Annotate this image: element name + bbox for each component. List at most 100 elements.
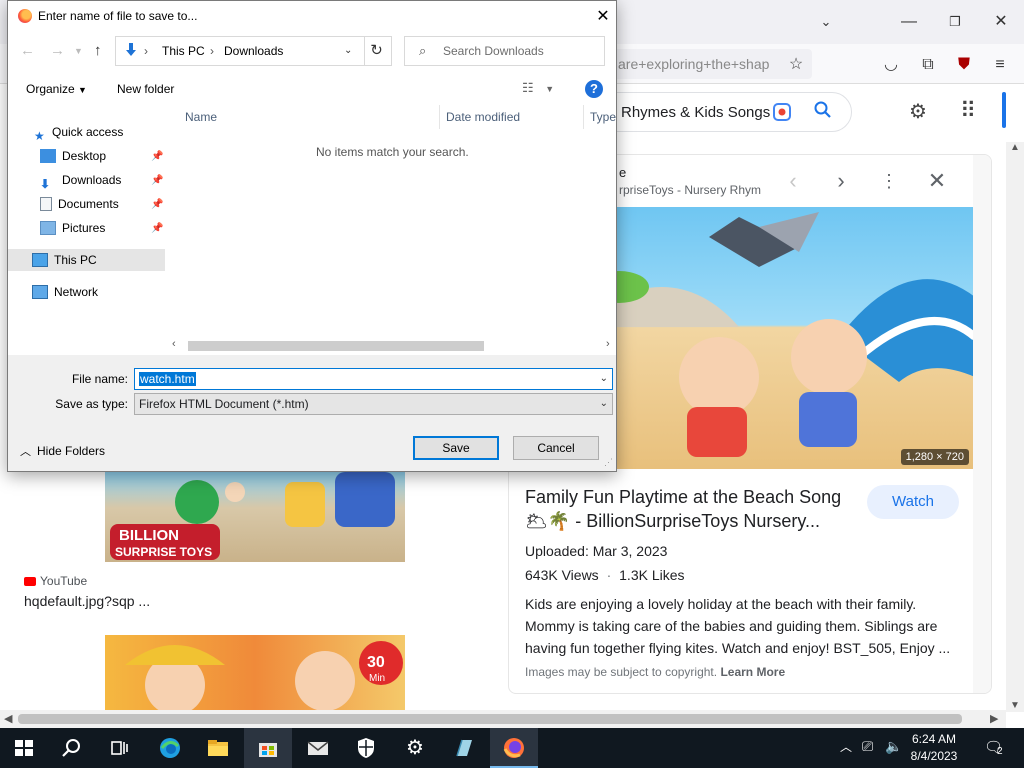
scroll-right-chevron-icon[interactable]: ›	[606, 338, 610, 350]
url-text: are+exploring+the+shap	[618, 56, 770, 72]
column-type[interactable]: Type	[584, 105, 624, 129]
address-bar[interactable]: › This PC › Downloads ⌄	[115, 36, 365, 66]
pocket-icon[interactable]: ◡	[880, 54, 902, 76]
learn-more-link[interactable]: Learn More	[720, 665, 785, 679]
forward-arrow-icon[interactable]: →	[50, 42, 65, 59]
result-thumbnail[interactable]: BILLION SURPRISE TOYS	[105, 472, 405, 562]
chevron-up-icon: ︿	[20, 446, 31, 458]
recent-locations-chevron-icon[interactable]: ▼	[74, 46, 83, 56]
scroll-down-arrow-icon[interactable]: ▼	[1010, 700, 1020, 712]
save-button[interactable]: Save	[413, 436, 499, 460]
svg-text:Min: Min	[369, 673, 385, 684]
url-bar[interactable]: are+exploring+the+shap	[600, 49, 812, 79]
result-caption[interactable]: hqdefault.jpg?sqp ...	[24, 593, 150, 609]
edge-browser-icon[interactable]	[158, 736, 182, 760]
nav-quick-access[interactable]: ★ Quick access	[34, 121, 123, 143]
pin-icon: 📌	[151, 223, 164, 234]
view-options-icon[interactable]: ☷ ▼	[522, 80, 554, 96]
column-date-modified[interactable]: Date modified	[440, 105, 584, 129]
nav-this-pc[interactable]: This PC	[8, 249, 165, 271]
scroll-left-arrow-icon[interactable]: ◀	[4, 712, 12, 725]
account-edge[interactable]	[1002, 92, 1006, 128]
breadcrumb-separator-icon: ›	[144, 44, 148, 58]
windows-start-icon[interactable]	[12, 736, 36, 760]
up-arrow-icon[interactable]: ↑	[94, 42, 102, 59]
back-arrow-icon[interactable]: ←	[20, 42, 35, 59]
microsoft-store-icon[interactable]	[256, 736, 280, 760]
page-vertical-scrollbar[interactable]: ▲ ▼	[1006, 142, 1024, 712]
nav-downloads[interactable]: ⬇ Downloads	[40, 169, 121, 191]
preview-source[interactable]: rpriseToys - Nursery Rhym	[619, 183, 761, 197]
file-list-scroll-thumb[interactable]	[188, 341, 484, 351]
bookmark-star-icon[interactable]: ☆	[785, 54, 807, 76]
watch-button[interactable]: Watch	[867, 485, 959, 519]
search-taskbar-icon[interactable]	[60, 736, 84, 760]
file-explorer-icon[interactable]	[206, 736, 230, 760]
pin-icon: 📌	[151, 151, 164, 162]
hide-folders-toggle[interactable]: ︿ Hide Folders	[20, 443, 105, 459]
task-view-icon[interactable]	[108, 736, 132, 760]
result-source[interactable]: YouTube	[24, 574, 87, 588]
firefox-logo-icon	[18, 9, 32, 23]
lens-icon[interactable]	[772, 102, 792, 128]
column-name[interactable]: Name	[168, 105, 440, 129]
volume-tray-icon[interactable]: 🔈	[885, 738, 902, 755]
prev-image-chevron-icon[interactable]: ‹	[781, 169, 805, 193]
extensions-icon[interactable]: ⧉	[917, 54, 939, 76]
dialog-bottom-area: File name: watch.htm ⌄ Save as type: Fir…	[8, 355, 616, 471]
taskbar-clock[interactable]: 6:24 AM 8/4/2023	[904, 731, 964, 765]
breadcrumb-this-pc[interactable]: This PC	[162, 37, 205, 65]
minimize-button[interactable]: —	[895, 8, 923, 36]
scroll-left-chevron-icon[interactable]: ‹	[172, 338, 176, 350]
tray-chevron-up-icon[interactable]: ︿	[840, 738, 852, 755]
network-tray-icon[interactable]: ⎚	[862, 738, 873, 755]
search-downloads-input[interactable]: ⌕ Search Downloads	[404, 36, 605, 66]
nav-network[interactable]: Network	[32, 281, 98, 303]
result-thumbnail-2[interactable]: 30 Min	[105, 635, 405, 715]
empty-message: No items match your search.	[316, 145, 469, 159]
settings-gear-icon[interactable]: ⚙	[909, 99, 927, 124]
notepad-app-icon[interactable]	[452, 736, 476, 760]
next-image-chevron-icon[interactable]: ›	[829, 169, 853, 193]
search-icon[interactable]	[813, 100, 833, 126]
maximize-button[interactable]: ❐	[941, 8, 969, 36]
settings-gear-icon[interactable]: ⚙	[403, 736, 427, 760]
breadcrumb-downloads[interactable]: Downloads	[224, 37, 283, 65]
page-horizontal-scrollbar[interactable]: ◀ ▶	[0, 710, 1006, 728]
nav-documents[interactable]: Documents	[40, 193, 119, 215]
dialog-title-bar[interactable]: Enter name of file to save to... ✕	[8, 1, 616, 32]
save-type-dropdown-icon[interactable]: ⌄	[600, 394, 608, 414]
file-name-input[interactable]: watch.htm ⌄	[134, 368, 613, 390]
more-options-icon[interactable]: ⋮	[877, 169, 901, 193]
security-shield-icon[interactable]	[354, 736, 378, 760]
panel-scrollbar[interactable]	[973, 155, 991, 693]
file-name-dropdown-icon[interactable]: ⌄	[600, 369, 608, 389]
star-icon: ★	[34, 128, 45, 143]
help-icon[interactable]: ?	[585, 80, 603, 98]
dialog-close-icon[interactable]: ✕	[593, 6, 613, 26]
preview-description: Kids are enjoying a lovely holiday at th…	[525, 596, 951, 656]
nav-desktop[interactable]: Desktop	[40, 145, 106, 167]
nav-pictures[interactable]: Pictures	[40, 217, 105, 239]
resize-grip-icon[interactable]: ⋰	[604, 457, 613, 468]
scroll-right-arrow-icon[interactable]: ▶	[990, 712, 998, 725]
menu-hamburger-icon[interactable]: ≡	[989, 54, 1011, 76]
mail-icon[interactable]	[306, 736, 330, 760]
apps-grid-icon[interactable]: ⠿	[960, 98, 976, 124]
tab-list-chevron-icon[interactable]: ⌄	[812, 8, 840, 36]
scroll-up-arrow-icon[interactable]: ▲	[1010, 142, 1020, 154]
preview-headline[interactable]: Family Fun Playtime at the Beach Song 🌥🌴…	[525, 485, 845, 533]
organize-menu[interactable]: Organize ▼	[26, 82, 87, 96]
close-window-button[interactable]: ✕	[987, 8, 1015, 36]
save-type-select[interactable]: Firefox HTML Document (*.htm) ⌄	[134, 393, 613, 415]
address-dropdown-icon[interactable]: ⌄	[344, 37, 352, 65]
refresh-button[interactable]: ↻	[362, 36, 392, 66]
dialog-nav-bar: ← → ▼ ↑ › This PC › Downloads ⌄ ↻ ⌕ Sear…	[8, 34, 616, 70]
h-scroll-thumb[interactable]	[18, 714, 962, 724]
new-folder-button[interactable]: New folder	[117, 82, 174, 96]
firefox-taskbar-icon[interactable]	[502, 736, 526, 760]
ublock-shield-icon[interactable]: ⛊	[953, 54, 975, 76]
close-panel-icon[interactable]: ✕	[925, 169, 949, 193]
file-list-hscroll[interactable]: ‹ ›	[168, 337, 616, 355]
cancel-button[interactable]: Cancel	[513, 436, 599, 460]
